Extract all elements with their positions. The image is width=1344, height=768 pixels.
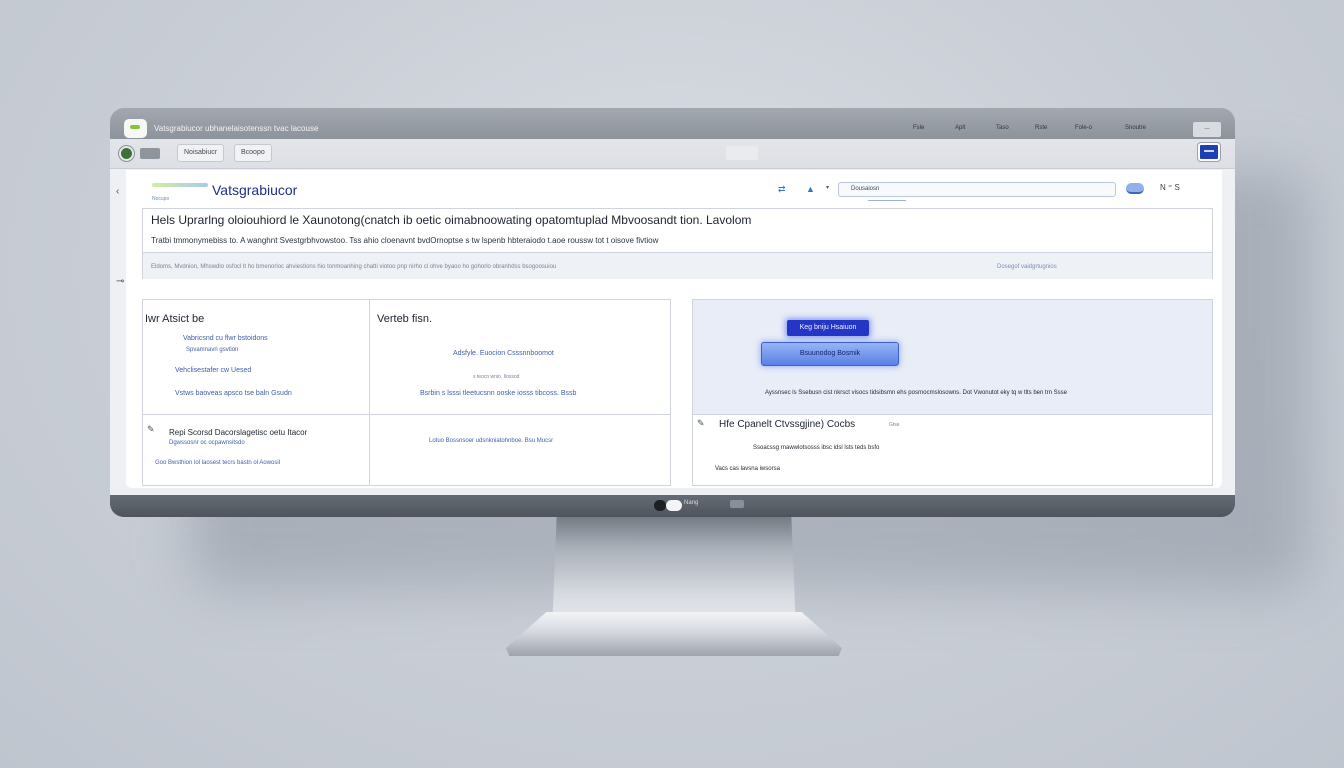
- web-app: Vatsgrabiucor Nocupo ⇄ ▲ ▾ Dousaiosn N ⁼…: [126, 170, 1222, 488]
- banner-subheading: Tratbi tmmonymebiss to. A wanghnt Svestg…: [151, 236, 659, 245]
- cloud-icon[interactable]: [1126, 183, 1144, 194]
- banner-footer: Eldoms, Mvdnion, Mhswdlo osfocl lt ho bm…: [143, 252, 1212, 279]
- monitor: Vatsgrabiucor ubhanelaisotenssn tvac lac…: [110, 108, 1235, 517]
- pen-icon: ✎: [697, 418, 705, 428]
- link-icon[interactable]: ⇄: [778, 184, 786, 195]
- menu-item[interactable]: Aplt: [955, 125, 965, 131]
- search-input[interactable]: Dousaiosn: [838, 182, 1116, 197]
- right-panel: Keg bniju Hsaiuon Bsuunodog Bosmik Ayssn…: [692, 299, 1213, 486]
- list-item[interactable]: Adsfyle. Euocion Csssnnboomot: [453, 350, 554, 357]
- chin-label: Nang: [684, 500, 699, 506]
- list-item[interactable]: Bsrbin s lsssi tleetucsnn ooske iosss ti…: [420, 390, 576, 397]
- chevron-down-icon[interactable]: ▾: [826, 184, 829, 191]
- browser-toolbar: Noisabiucr Bcoopo: [110, 139, 1235, 169]
- power-toggle[interactable]: [666, 500, 682, 511]
- list-item[interactable]: Goo Bwsthion lol laosest tecrs bastn ol …: [155, 460, 280, 466]
- tab-1[interactable]: Noisabiucr: [177, 144, 225, 162]
- menu-item[interactable]: Fole-o: [1075, 125, 1092, 131]
- list-item[interactable]: Vstws baoveas apsco tse baln Gsudn: [175, 390, 292, 397]
- panel-divider: [143, 414, 670, 415]
- list-item[interactable]: Ssoacssg rnawwlotsosss ibsc idsl lsts te…: [753, 445, 879, 451]
- list-item: s teocn wnio. Ilossod: [473, 374, 520, 380]
- banner-footer-text: Eldoms, Mvdnion, Mhswdlo osfocl lt ho bm…: [151, 264, 557, 270]
- edge-arrow-icon: ‹: [116, 186, 120, 197]
- menu-item[interactable]: Fsle: [913, 125, 924, 131]
- address-bar[interactable]: [726, 146, 758, 160]
- menu-item[interactable]: Snoutre: [1125, 125, 1146, 131]
- mountain-icon[interactable]: ▲: [806, 184, 815, 194]
- brand-title[interactable]: Vatsgrabiucor: [212, 182, 297, 198]
- header-status[interactable]: N ⁼ S: [1160, 183, 1180, 192]
- primary-action-button[interactable]: Keg bniju Hsaiuon: [787, 320, 869, 336]
- monitor-chin: Nang: [110, 495, 1235, 517]
- grid-icon[interactable]: [140, 148, 160, 159]
- menu-item[interactable]: Taso: [996, 125, 1009, 131]
- title-bar: Vatsgrabiucor ubhanelaisotenssn tvac lac…: [110, 108, 1235, 139]
- list-item[interactable]: Lotuo Bossnsoer udsnkniatohnboe. Bsu Muc…: [429, 438, 553, 444]
- brand-subtitle: Nocupo: [152, 196, 170, 202]
- secondary-action-button[interactable]: Bsuunodog Bosmik: [761, 342, 899, 366]
- hero-banner: Hels Uprarlng oloiouhiord le Xaunotong(c…: [142, 208, 1213, 279]
- screen: Vatsgrabiucor ubhanelaisotenssn tvac lac…: [110, 108, 1235, 495]
- section-title: Repi Scorsd Dacorslagetisc oetu Itacor: [169, 428, 308, 437]
- window-control-button[interactable]: —: [1193, 122, 1221, 137]
- chin-button[interactable]: [730, 500, 744, 508]
- section-title: Hfe Cpanelt Ctvssgjine) Cocbs: [719, 419, 856, 430]
- camera-icon: [654, 500, 666, 511]
- section-title: Verteb fisn.: [377, 313, 433, 325]
- panel-divider: [369, 300, 370, 485]
- section-title: Iwr Atsict be: [145, 313, 205, 325]
- list-item[interactable]: Vacs cas lavsna iwsorsa: [715, 466, 780, 472]
- list-item[interactable]: Dgwssosnr oc ocpawnsitsdo: [169, 440, 245, 446]
- list-item[interactable]: Spvamnavn gsvtion: [186, 347, 238, 353]
- banner-footer-link[interactable]: Dosegof vaidgrtugnios: [997, 264, 1057, 270]
- monitor-stand-base: [506, 612, 842, 656]
- brand-mark: [152, 183, 208, 187]
- edge-pin-icon: ⊸: [116, 276, 125, 287]
- back-icon[interactable]: [119, 146, 134, 161]
- list-item[interactable]: Vehclisestafer cw Uesed: [175, 367, 251, 374]
- caption-text: Ayssnsec ls Ssebusn cist nkrsct visocs t…: [765, 390, 1068, 396]
- left-panel: Iwr Atsict be Verteb fisn. Vabricsnd cu …: [142, 299, 671, 486]
- list-item[interactable]: Vabricsnd cu flwr bstoidons: [183, 335, 268, 342]
- search-underline: [868, 200, 906, 201]
- banner-heading: Hels Uprarlng oloiouhiord le Xaunotong(c…: [151, 213, 752, 227]
- window-title: Vatsgrabiucor ubhanelaisotenssn tvac lac…: [154, 124, 319, 133]
- profile-button[interactable]: [1198, 143, 1220, 161]
- pen-icon: ✎: [147, 424, 155, 434]
- tab-2[interactable]: Bcoopo: [234, 144, 272, 162]
- right-panel-top: Keg bniju Hsaiuon Bsuunodog Bosmik Ayssn…: [693, 300, 1212, 415]
- menu-item[interactable]: Rste: [1035, 125, 1047, 131]
- app-logo-icon: [124, 119, 147, 138]
- section-title-note: Gtse: [889, 422, 900, 428]
